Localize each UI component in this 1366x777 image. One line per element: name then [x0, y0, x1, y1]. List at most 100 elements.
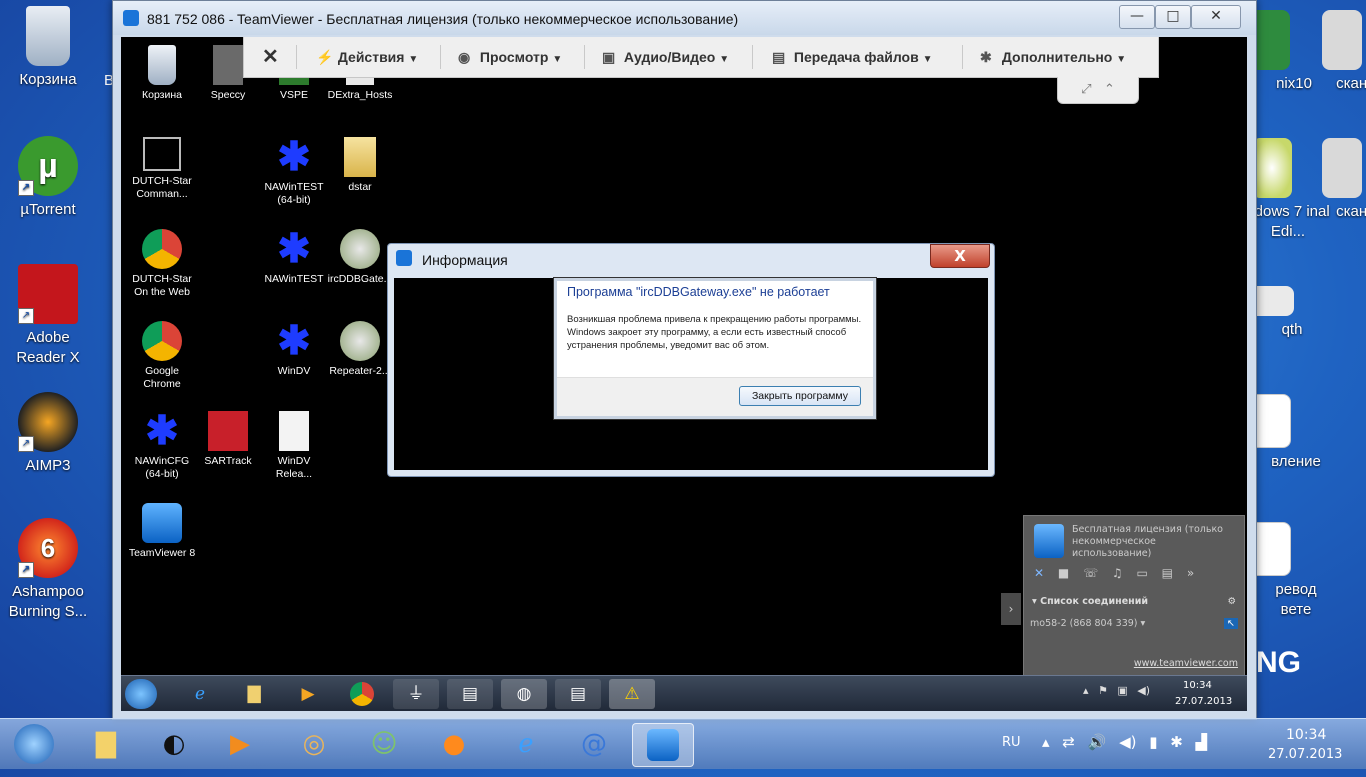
desktop-icon-scanner-2[interactable]: сканир [1294, 138, 1366, 222]
panel-expand-button[interactable]: › [1001, 593, 1021, 625]
desktop-icon-label: Ashampoo Burning S... [8, 583, 88, 620]
remote-icon-sartrack[interactable]: SARTrack [193, 411, 263, 468]
chevron-down-icon: ▾ [1140, 618, 1146, 629]
remote-taskbar-explorer[interactable]: ▇ [231, 679, 277, 709]
chat-icon: ▣ [602, 49, 616, 65]
remote-icon-nawintest[interactable]: ✱ NAWinTEST [259, 229, 329, 286]
taskbar-ie[interactable]: ℯ [498, 723, 554, 765]
chat-icon[interactable]: ▭ [1137, 566, 1148, 580]
remote-taskbar-window-2[interactable]: ▤ [555, 679, 601, 709]
shortcut-arrow-icon: ↗ [18, 180, 34, 196]
remote-icon-google-chrome[interactable]: Google Chrome [127, 321, 197, 391]
remote-icon-label: SARTrack [204, 455, 252, 467]
toolbar-collapse-tab[interactable]: ⤢ ⌃ [1057, 77, 1139, 104]
remote-icon-dutch-star-commander[interactable]: DUTCH-Star Comman... [127, 137, 197, 201]
toolbar-separator [584, 45, 585, 69]
error-message: Возникшая проблема привела к прекращению… [567, 314, 862, 351]
close-window-button[interactable]: ✕ [1191, 5, 1241, 29]
taskbar-teamviewer[interactable] [632, 723, 694, 767]
shortcut-arrow-icon: ↗ [18, 562, 34, 578]
remote-taskbar-chrome[interactable] [339, 679, 385, 709]
maximize-button[interactable]: □ [1155, 5, 1191, 29]
teamviewer-icon [647, 729, 679, 761]
eye-icon: ◉ [458, 49, 471, 65]
toolbar-close-button[interactable]: ✕ [262, 37, 279, 77]
shortcut-arrow-icon: ↗ [18, 436, 34, 452]
toolbar-separator [296, 45, 297, 69]
info-dialog-close-button[interactable]: X [930, 244, 990, 268]
remote-icon-label: DExtra_Hosts [327, 89, 393, 101]
settings-gear-icon[interactable]: ⚙ [1227, 596, 1236, 607]
window-titlebar[interactable]: 881 752 086 - TeamViewer - Бесплатная ли… [113, 1, 1256, 35]
remote-desktop-view[interactable]: Корзина Speccy VSPE DExtra_Hosts DUTCH-S… [121, 37, 1247, 711]
fullscreen-icon[interactable]: ⤢ [1081, 82, 1091, 97]
desktop-icon-recycle-bin[interactable]: Корзина [0, 6, 96, 90]
connection-item[interactable]: mo58-2 (868 804 339) ▾ ↖ [1030, 618, 1238, 636]
remote-taskbar-globe-app[interactable]: ◍ [501, 679, 547, 709]
remote-taskbar-window-1[interactable]: ▤ [447, 679, 493, 709]
taskbar-media-player[interactable]: ▶ [212, 723, 268, 765]
clock-date[interactable]: 27.07.2013 [1268, 747, 1342, 762]
tray-icons[interactable]: ▴ ⇄ 🔊 ◀) ▮ ✱ ▟ [1042, 733, 1207, 751]
taskbar-users-app[interactable]: ☺ [356, 723, 412, 765]
extra-menu[interactable]: ✱ Дополнительно ▼ [980, 37, 1126, 77]
close-program-button[interactable]: Закрыть программу [738, 386, 861, 406]
remote-icon-label: DUTCH-Star On the Web [132, 273, 192, 298]
remote-icon-ircddbgateway[interactable]: ircDDBGate... [325, 229, 395, 286]
desktop-icon-utorrent[interactable]: µ ↗ µTorrent [0, 136, 96, 220]
remote-taskbar-warning-app[interactable]: ⚠ [609, 679, 655, 709]
close-icon[interactable]: ✕ [1034, 566, 1044, 580]
desktop-icon-label: ревод вете [1275, 581, 1317, 618]
phone-icon[interactable]: ☏ [1083, 566, 1098, 580]
taskbar-explorer[interactable]: ▇ [78, 723, 134, 765]
chevron-up-icon[interactable]: ⌃ [1104, 82, 1115, 97]
teamviewer-logo [1034, 524, 1064, 558]
desktop-icon-aimp[interactable]: ↗ AIMP3 [0, 392, 96, 476]
remote-icon-repeater[interactable]: Repeater-2... [325, 321, 395, 378]
remote-icon-windv[interactable]: ✱ WinDV [259, 321, 329, 378]
desktop-icon-adobe-reader[interactable]: ↗ Adobe Reader X [0, 264, 96, 368]
desktop-icon-ashampoo[interactable]: 6 ↗ Ashampoo Burning S... [0, 518, 96, 622]
taskbar-app-circle[interactable]: ◐ [146, 723, 202, 765]
chrome-icon [350, 682, 374, 706]
taskbar-mail[interactable]: @ [566, 723, 622, 765]
view-menu[interactable]: ◉ Просмотр ▼ [458, 37, 562, 77]
remote-icon-teamviewer[interactable]: TeamViewer 8 [127, 503, 197, 560]
connections-header[interactable]: ▾ Список соединений ⚙ [1032, 596, 1236, 607]
files-icon[interactable]: ▤ [1162, 566, 1173, 580]
taskbar-dart-app[interactable]: ◎ [286, 723, 342, 765]
remote-icon-recycle-bin[interactable]: Корзина [127, 45, 197, 102]
scanner-icon [1322, 10, 1362, 70]
audio-video-menu[interactable]: ▣ Аудио/Видео ▼ [602, 37, 729, 77]
remote-start-button[interactable] [125, 679, 157, 709]
desktop-icon-scanner[interactable]: сканир [1294, 10, 1366, 94]
remote-icon-nawincfg[interactable]: ✱ NAWinCFG (64-bit) [127, 411, 197, 481]
minimize-button[interactable]: — [1119, 5, 1155, 29]
remote-taskbar-ie[interactable]: ℯ [177, 679, 223, 709]
brand-logo-partial: NG [1256, 646, 1301, 679]
more-icon[interactable]: » [1187, 566, 1194, 580]
remote-icon-dutch-star-web[interactable]: DUTCH-Star On the Web [127, 229, 197, 299]
remote-taskbar-media[interactable]: ▶ [285, 679, 331, 709]
headset-icon[interactable]: ♫ [1112, 566, 1123, 580]
remote-icon-nawintest-64[interactable]: ✱ NAWinTEST (64-bit) [259, 137, 329, 207]
remote-tray-icons[interactable]: ▴ ⚑ ▣ ◀) [1083, 684, 1150, 697]
remote-icon-windv-release[interactable]: WinDV Relea... [259, 411, 329, 481]
file-transfer-menu[interactable]: ▤ Передача файлов ▼ [772, 37, 933, 77]
toolbar-separator [440, 45, 441, 69]
scanner-icon [1322, 138, 1362, 198]
taskbar-firefox[interactable]: ● [426, 723, 482, 765]
pointer-icon[interactable]: ↖ [1224, 618, 1238, 629]
utorrent-icon: µ ↗ [18, 136, 78, 196]
start-button[interactable] [6, 723, 62, 765]
teamviewer-app-icon [123, 10, 139, 26]
language-indicator[interactable]: RU [1002, 735, 1021, 750]
remote-icon-dstar[interactable]: dstar [325, 137, 395, 194]
actions-menu[interactable]: ⚡ Действия ▼ [316, 37, 418, 77]
remote-taskbar-tower-app[interactable]: ⏚ [393, 679, 439, 709]
clock-time[interactable]: 10:34 [1286, 727, 1326, 743]
teamviewer-link[interactable]: www.teamviewer.com [1134, 658, 1238, 669]
view-label: Просмотр [479, 49, 549, 65]
remote-icon-label: DUTCH-Star Comman... [132, 175, 192, 200]
video-icon[interactable]: ■ [1058, 566, 1069, 580]
